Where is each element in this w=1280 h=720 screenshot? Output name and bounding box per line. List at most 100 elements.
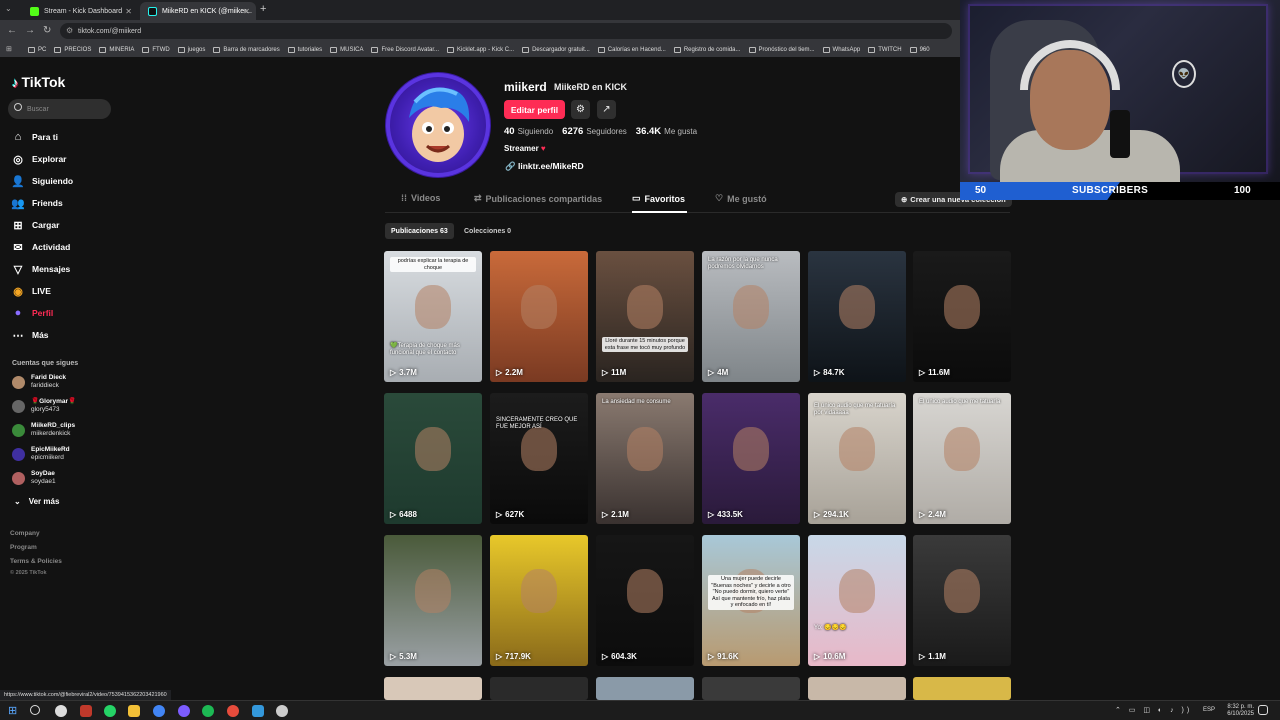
sidebar-item-explorar[interactable]: ◎ Explorar (12, 152, 66, 166)
bookmark-item[interactable]: Barra de marcadores (213, 46, 280, 53)
sidebar-item-m-s[interactable]: ⋯ Más (12, 328, 49, 342)
video-thumbnail[interactable]: La razón por la que nunca podremos olvid… (702, 251, 800, 382)
reload-icon[interactable]: ↻ (43, 25, 51, 36)
bookmark-item[interactable]: tutoriales (287, 46, 322, 53)
new-tab-icon[interactable]: + (260, 3, 266, 15)
taskview-icon[interactable] (55, 705, 67, 717)
tab-favorites[interactable]: ▭ Favoritos (632, 193, 685, 204)
video-thumbnail[interactable]: ▷ 5.3M (384, 535, 482, 666)
bookmark-item[interactable]: MUSICA (330, 46, 363, 53)
windows-start-icon[interactable]: ⊞ (8, 705, 20, 717)
video-thumbnail[interactable]: ▷ 717.9K (490, 535, 588, 666)
sidebar-item-actividad[interactable]: ✉ Actividad (12, 240, 70, 254)
profile-avatar[interactable] (385, 72, 491, 178)
following-account[interactable]: SoyDae soydae1 (12, 470, 56, 486)
video-thumbnail[interactable]: ▷ 6488 (384, 393, 482, 524)
bookmark-item[interactable]: PC (28, 46, 46, 53)
spotify-icon[interactable] (202, 705, 214, 717)
video-thumbnail[interactable]: ▷ 1.1M (913, 535, 1011, 666)
following-stat[interactable]: 40 Siguiendo (504, 126, 553, 137)
chrome-icon[interactable] (153, 705, 165, 717)
share-icon[interactable]: ↗ (597, 100, 616, 119)
video-thumbnail[interactable]: Yo: 😔😔😔 ▷ 10.6M (808, 535, 906, 666)
file-explorer-icon[interactable] (128, 705, 140, 717)
sidebar-item-mensajes[interactable]: ▽ Mensajes (12, 262, 71, 276)
video-thumbnail[interactable]: Lloré durante 15 minutos porque esta fra… (596, 251, 694, 382)
following-account[interactable]: EpicMiikeRd epicmiikerd (12, 446, 70, 462)
video-thumbnail[interactable]: La ansiedad me consume ▷ 2.1M (596, 393, 694, 524)
video-thumbnail[interactable] (596, 677, 694, 700)
video-thumbnail[interactable] (913, 677, 1011, 700)
browser-icon[interactable] (178, 705, 190, 717)
sidebar-item-cargar[interactable]: ⊞ Cargar (12, 218, 59, 232)
app-icon[interactable] (252, 705, 264, 717)
language-indicator[interactable]: ESP (1203, 707, 1215, 713)
bookmark-item[interactable]: Kicklet.app - Kick C... (447, 46, 514, 53)
sidebar-item-para-ti[interactable]: ⌂ Para ti (12, 130, 58, 144)
tab-reposts[interactable]: ⇄ Publicaciones compartidas (474, 193, 602, 204)
site-info-icon[interactable]: ⚙ (66, 26, 73, 35)
bookmark-item[interactable]: FTWD (142, 46, 170, 53)
tab-search-icon[interactable]: ⌄ (5, 4, 12, 13)
close-tab-icon[interactable]: ✕ (243, 7, 250, 16)
back-icon[interactable]: ← (7, 25, 17, 36)
bookmark-item[interactable]: Registro de comida... (673, 46, 741, 53)
browser-tab-kick[interactable]: Stream - Kick Dashboard ✕ (22, 2, 138, 20)
bookmark-item[interactable]: juegos (177, 46, 205, 53)
profile-link[interactable]: 🔗 linktr.ee/MikeRD (505, 161, 584, 172)
bookmark-item[interactable]: Pronóstico del tiem... (748, 46, 815, 53)
video-thumbnail[interactable]: Una mujer puede decirle "Buenas noches" … (702, 535, 800, 666)
url-field[interactable]: ⚙ tiktok.com/@miikerd (60, 23, 952, 39)
edit-profile-button[interactable]: Editar perfil (504, 100, 565, 119)
browser-tab-tiktok[interactable]: MiikeRD en KICK (@miiker... ✕ (140, 2, 256, 20)
video-thumbnail[interactable]: El único audio que me tatuaría por vidaa… (808, 393, 906, 524)
video-thumbnail[interactable]: ▷ 11.6M (913, 251, 1011, 382)
footer-terms-link[interactable]: Terms & Policies (10, 558, 62, 565)
video-thumbnail[interactable]: ▷ 433.5K (702, 393, 800, 524)
following-account[interactable]: MiikeRD_clips miikerdenkick (12, 422, 75, 438)
video-thumbnail[interactable]: El único audio que me tatuaría ▷ 2.4M (913, 393, 1011, 524)
video-thumbnail[interactable]: SINCERAMENTE CREO QUE FUE MEJOR ASÍ ▷ 627K (490, 393, 588, 524)
following-account[interactable]: Farid Dieck fariddieck (12, 374, 66, 390)
sidebar-item-friends[interactable]: 👥 Friends (11, 196, 63, 210)
video-thumbnail[interactable]: ▷ 604.3K (596, 535, 694, 666)
bookmark-item[interactable]: 960 (909, 46, 930, 53)
obs-icon[interactable] (227, 705, 239, 717)
bookmark-item[interactable]: MINERIA (99, 46, 134, 53)
clock[interactable]: 8:32 p. m. 6/10/2025 (1227, 704, 1254, 718)
whatsapp-icon[interactable] (104, 705, 116, 717)
settings-icon[interactable]: ⚙ (571, 100, 590, 119)
footer-program-link[interactable]: Program (10, 544, 37, 551)
followers-stat[interactable]: 6276 Seguidores (562, 126, 627, 137)
tab-liked[interactable]: ♡ Me gustó (715, 193, 767, 204)
following-account[interactable]: 🌹Glorymar🌹 glory5473 (12, 398, 76, 414)
sidebar-item-perfil[interactable]: ● Perfil (12, 306, 54, 320)
see-more-button[interactable]: ⌄ Ver más (14, 497, 59, 506)
video-thumbnail[interactable] (702, 677, 800, 700)
subtab-posts[interactable]: Publicaciones 63 (385, 223, 454, 239)
video-thumbnail[interactable] (384, 677, 482, 700)
search-input[interactable]: Buscar (8, 99, 111, 119)
bookmark-item[interactable]: Descargador gratuit... (522, 46, 590, 53)
video-thumbnail[interactable] (808, 677, 906, 700)
bookmark-item[interactable]: PRECIOS (54, 46, 91, 53)
close-tab-icon[interactable]: ✕ (125, 7, 132, 16)
bookmark-item[interactable]: TWITCH (868, 46, 902, 53)
sidebar-item-live[interactable]: ◉ LIVE (12, 284, 51, 298)
video-thumbnail[interactable]: ▷ 2.2M (490, 251, 588, 382)
apps-grid-icon[interactable]: ⊞ (6, 45, 12, 53)
app-icon[interactable] (276, 705, 288, 717)
forward-icon[interactable]: → (25, 25, 35, 36)
notification-icon[interactable] (1258, 705, 1268, 715)
subtab-collections[interactable]: Colecciones 0 (458, 223, 517, 239)
sidebar-item-siguiendo[interactable]: 👤 Siguiendo (11, 174, 73, 188)
search-icon[interactable] (30, 705, 40, 715)
bookmark-item[interactable]: WhatsApp (822, 46, 860, 53)
video-thumbnail[interactable] (490, 677, 588, 700)
video-thumbnail[interactable]: 💚Terapia de choque más funcional que el … (384, 251, 482, 382)
tab-videos[interactable]: ⁞⁞ Videos (401, 193, 440, 203)
bookmark-item[interactable]: Free Discord Avatar... (371, 46, 439, 53)
footer-company-link[interactable]: Company (10, 530, 40, 537)
video-thumbnail[interactable]: ▷ 84.7K (808, 251, 906, 382)
tray-icons[interactable]: ⌃ ▭ ◫ ◐ ♪ )) (1115, 706, 1192, 714)
